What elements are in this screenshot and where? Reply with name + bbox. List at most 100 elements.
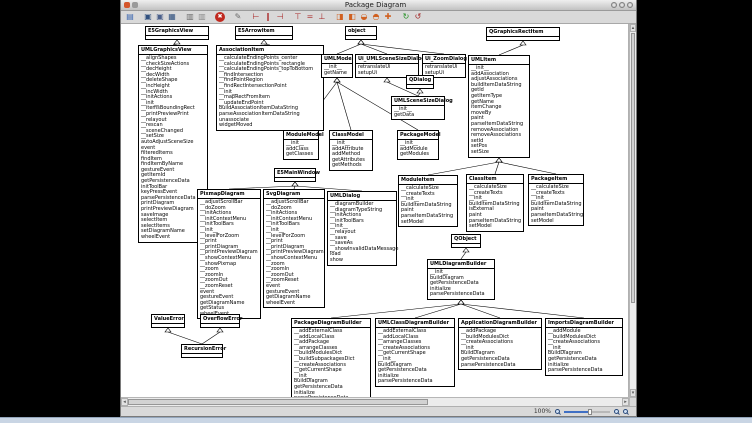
inheritance-edge [331, 304, 461, 318]
class-box[interactable]: UMLModel__init__getName [321, 54, 353, 78]
close-icon[interactable]: ✖ [215, 12, 225, 22]
inheritance-edge [461, 252, 466, 259]
class-title: E5GraphicsView [146, 27, 208, 36]
class-box[interactable]: ClassItem__calculateSize__createTexts__i… [466, 174, 524, 232]
print-icon[interactable]: ▥ [185, 12, 195, 22]
class-box[interactable]: QObject [451, 234, 481, 248]
inheritance-arrowhead [520, 41, 526, 45]
inheritance-arrowhead [458, 300, 464, 304]
scroll-left-button[interactable]: ◂ [121, 398, 128, 406]
save-as-icon[interactable]: ▣ [155, 12, 165, 22]
class-box[interactable]: RecursionError [181, 344, 223, 358]
class-box[interactable]: UMLSceneSizeDialog__init__getData [391, 96, 445, 120]
inheritance-arrowhead [292, 182, 298, 186]
shrink-height-icon[interactable]: ◓ [371, 12, 381, 22]
class-box[interactable]: E5ArrowItem [235, 26, 293, 40]
edit-icon[interactable]: ✎ [233, 12, 243, 22]
inheritance-arrowhead [174, 40, 180, 44]
class-members [152, 324, 184, 327]
class-title: UMLClassDiagramBuilder [376, 319, 454, 328]
align-right-icon[interactable]: ⊣ [275, 12, 285, 22]
inheritance-edge [168, 332, 202, 344]
resize-icon[interactable]: ✚ [383, 12, 393, 22]
class-member: parsePersistenceData [430, 292, 492, 298]
inheritance-arrowhead [496, 158, 502, 162]
inheritance-arrowhead [496, 158, 502, 162]
zoom-reset-icon[interactable] [623, 409, 628, 414]
window-pin-icon[interactable] [132, 2, 138, 8]
class-title: PackageDiagramBuilder [292, 319, 370, 328]
relayout-icon[interactable]: ↺ [413, 12, 423, 22]
title-bar[interactable]: Package Diagram [121, 0, 636, 11]
close-window-button[interactable] [627, 2, 633, 8]
class-members: __init__getData [392, 106, 444, 119]
class-box[interactable]: SvgDiagram__adjustScrollBar__doZoom__ini… [263, 189, 325, 308]
class-box[interactable]: UMLDiagramBuilder__init__buildDiagramget… [427, 259, 495, 300]
class-members: __init__addClassgetClasses [284, 140, 318, 159]
class-members: __diagramBuilder__diagramTypeString__ini… [328, 201, 396, 265]
class-box[interactable]: UMLItem__init__addAssociationadjustAssoc… [468, 55, 530, 158]
class-box[interactable]: QDialog [406, 75, 434, 89]
inheritance-arrowhead [358, 40, 364, 44]
zoom-slider-handle[interactable] [588, 409, 592, 415]
class-box[interactable]: PixmapDiagram__adjustScrollBar__doZoom__… [197, 189, 261, 319]
inheritance-edge [499, 45, 523, 55]
horizontal-scrollbar[interactable]: ◂ ▸ [121, 397, 629, 406]
scroll-right-button[interactable]: ▸ [622, 398, 629, 406]
shrink-width-icon[interactable]: ◧ [347, 12, 357, 22]
class-box[interactable]: UMLClassDiagramBuilder__addExternalClass… [375, 318, 455, 387]
uml-viewer-window: Package Diagram ▤▣▣▦▥▥✖✎⊢‖⊣⊤=⊥◨◧◒◓✚↻↺ E5… [120, 0, 637, 417]
class-title: ModuleModel [284, 131, 318, 140]
class-box[interactable]: E5GraphicsView [145, 26, 209, 40]
inheritance-arrowhead [458, 300, 464, 304]
maximize-button[interactable] [619, 2, 625, 8]
window-menu-icon[interactable] [124, 2, 130, 8]
class-box[interactable]: object [345, 26, 377, 40]
class-box[interactable]: QGraphicsRectItem [486, 27, 560, 41]
class-member: wheelEvent [141, 235, 205, 241]
class-box[interactable]: PackageModel__init__addModulegetModules [397, 130, 439, 160]
class-members: __addExternalClass__addLocalClass__addPa… [292, 328, 370, 397]
class-box[interactable]: ImportsDiagramBuilder__addModule__buildM… [545, 318, 623, 376]
class-box[interactable]: ModuleModel__init__addClassgetClasses [283, 130, 319, 160]
class-title: object [346, 27, 376, 36]
class-title: UMLDiagramBuilder [428, 260, 494, 269]
scroll-up-button[interactable]: ▴ [630, 24, 636, 32]
grow-height-icon[interactable]: ◒ [359, 12, 369, 22]
diagram-canvas[interactable]: E5GraphicsView E5ArrowItem object QGraphics… [121, 24, 629, 397]
zoom-in-icon[interactable] [614, 409, 619, 414]
class-members [182, 354, 222, 357]
rescan-icon[interactable]: ↻ [401, 12, 411, 22]
horizontal-scroll-thumb[interactable] [128, 399, 428, 405]
vertical-scroll-thumb[interactable] [631, 33, 635, 303]
grow-width-icon[interactable]: ◨ [335, 12, 345, 22]
class-box[interactable]: UMLDialog__diagramBuilder__diagramTypeSt… [327, 191, 397, 266]
align-vcenter-icon[interactable]: = [305, 12, 315, 22]
class-member: show [330, 258, 394, 264]
class-box[interactable]: PackageDiagramBuilder__addExternalClass_… [291, 318, 371, 397]
save-icon[interactable]: ▣ [143, 12, 153, 22]
class-box[interactable]: ValueError [151, 314, 185, 328]
class-members [346, 36, 376, 39]
class-box[interactable]: OverflowError [200, 314, 240, 328]
vertical-scrollbar[interactable]: ▴ ▾ [629, 24, 636, 397]
class-box[interactable]: ClassModel__init__addAttributeaddMethodg… [329, 130, 373, 171]
class-box[interactable]: E5MainWindow [274, 168, 316, 182]
class-box[interactable]: ApplicationDiagramBuilder__addPackage__b… [458, 318, 542, 370]
align-hcenter-icon[interactable]: ‖ [263, 12, 273, 22]
class-member: getMethods [332, 163, 370, 169]
align-left-icon[interactable]: ⊢ [251, 12, 261, 22]
class-box[interactable]: PackageItem__calculateSize__createTexts_… [528, 174, 584, 226]
class-box[interactable]: ModuleItem__calculateSize__createTexts__… [398, 175, 458, 227]
align-bottom-icon[interactable]: ⊥ [317, 12, 327, 22]
zoom-out-icon[interactable] [555, 409, 560, 414]
class-title: PackageItem [529, 175, 583, 184]
class-box[interactable]: AssociationItem__calculateEndingPoints_c… [216, 45, 324, 131]
align-top-icon[interactable]: ⊤ [293, 12, 303, 22]
print-preview-icon[interactable]: ▥ [197, 12, 207, 22]
open-icon[interactable]: ▤ [125, 12, 135, 22]
zoom-slider[interactable] [564, 408, 610, 416]
minimize-button[interactable] [611, 2, 617, 8]
save-image-icon[interactable]: ▦ [167, 12, 177, 22]
scroll-down-button[interactable]: ▾ [630, 389, 636, 397]
